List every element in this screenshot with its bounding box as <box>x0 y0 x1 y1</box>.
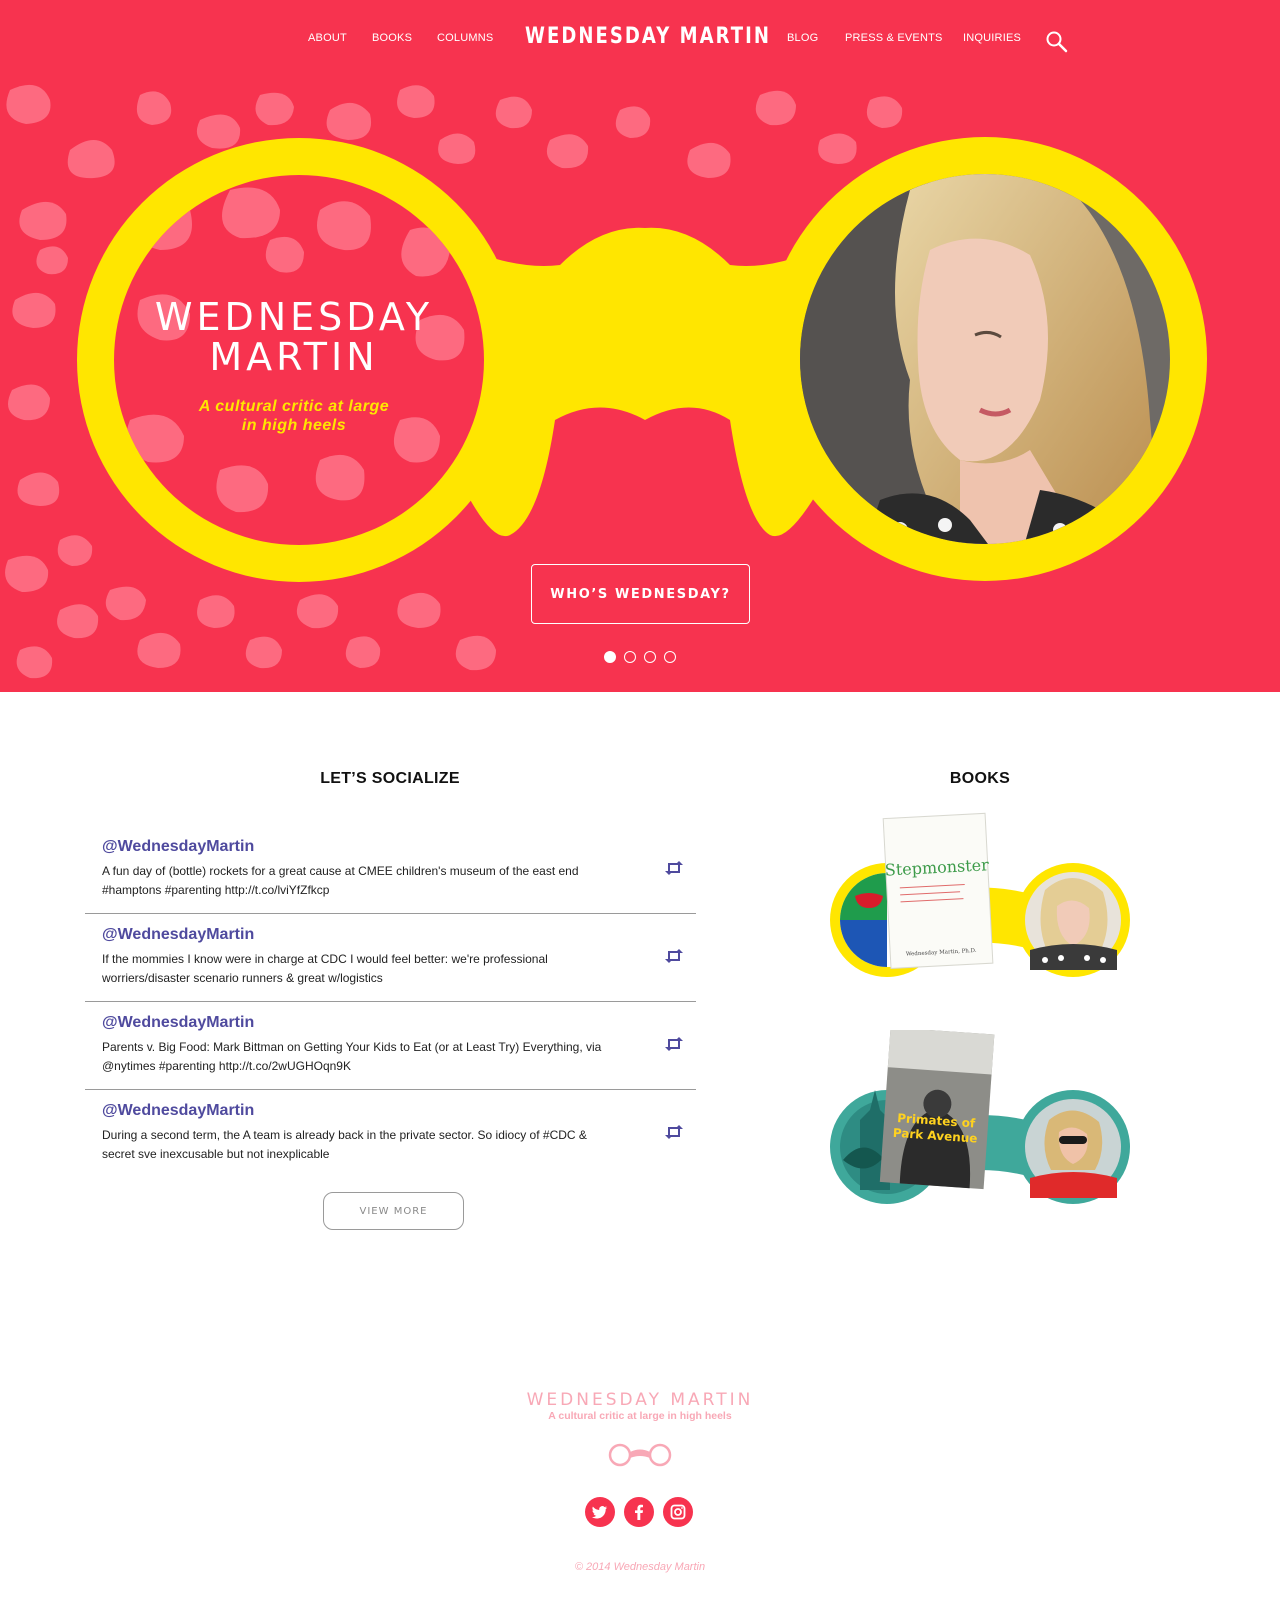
slider-dots <box>604 651 678 665</box>
tweet-item: @WednesdayMartin If the mommies I know w… <box>85 914 696 1002</box>
footer-tagline: A cultural critic at large in high heels <box>548 1410 732 1422</box>
tweet-item: @WednesdayMartin During a second term, t… <box>85 1090 696 1178</box>
site-logo[interactable]: WEDNESDAY MARTIN <box>525 24 769 49</box>
search-icon[interactable] <box>1045 30 1069 54</box>
nav-press-events[interactable]: PRESS & EVENTS <box>845 32 943 44</box>
nav-columns[interactable]: COLUMNS <box>437 32 493 44</box>
slide-dot-1[interactable] <box>604 651 616 663</box>
tweet-text: If the mommies I know were in charge at … <box>102 952 548 985</box>
nav-blog[interactable]: BLOG <box>787 32 818 44</box>
slide-dot-2[interactable] <box>624 651 636 663</box>
binoculars-icon <box>608 1443 672 1467</box>
book-primates-of-park-avenue[interactable]: Primates of Park Avenue <box>825 1030 1135 1215</box>
books-heading: BOOKS <box>949 770 1011 787</box>
copyright-text: © 2014 Wednesday Martin <box>574 1561 706 1573</box>
tweet-handle[interactable]: @WednesdayMartin <box>102 1014 254 1032</box>
nav-books[interactable]: BOOKS <box>372 32 412 44</box>
nav-inquiries[interactable]: INQUIRIES <box>963 32 1021 44</box>
retweet-icon[interactable] <box>664 1036 684 1052</box>
hero-tagline: A cultural critic at large in high heels <box>114 397 474 435</box>
hero-title: WEDNESDAY MARTIN <box>114 297 474 377</box>
instagram-icon[interactable] <box>663 1497 693 1527</box>
socialize-heading: LET’S SOCIALIZE <box>320 770 460 787</box>
whos-wednesday-button[interactable]: WHO’S WEDNESDAY? <box>531 564 750 624</box>
social-links <box>585 1497 695 1529</box>
tweet-handle[interactable]: @WednesdayMartin <box>102 1102 254 1120</box>
tweet-text: During a second term, the A team is alre… <box>102 1128 587 1161</box>
twitter-icon[interactable] <box>585 1497 615 1527</box>
facebook-icon[interactable] <box>624 1497 654 1527</box>
hero-title-line2: MARTIN <box>209 335 379 379</box>
tweet-text: Parents v. Big Food: Mark Bittman on Get… <box>102 1040 602 1073</box>
main-nav: ABOUT BOOKS COLUMNS WEDNESDAY MARTIN BLO… <box>0 0 1280 78</box>
hero-title-line1: WEDNESDAY <box>154 295 434 339</box>
hero-tagline-line2: in high heels <box>241 417 347 434</box>
slide-dot-3[interactable] <box>644 651 656 663</box>
nav-about[interactable]: ABOUT <box>308 32 347 44</box>
slide-dot-4[interactable] <box>664 651 676 663</box>
tweet-handle[interactable]: @WednesdayMartin <box>102 838 254 856</box>
retweet-icon[interactable] <box>664 860 684 876</box>
hero-tagline-line1: A cultural critic at large <box>198 398 390 415</box>
tweet-list: @WednesdayMartin A fun day of (bottle) r… <box>85 826 696 1178</box>
book-stepmonster[interactable]: Stepmonster Wednesday Martin, Ph.D. <box>825 810 1135 995</box>
tweet-item: @WednesdayMartin Parents v. Big Food: Ma… <box>85 1002 696 1090</box>
tweet-item: @WednesdayMartin A fun day of (bottle) r… <box>85 826 696 914</box>
view-more-button[interactable]: VIEW MORE <box>323 1192 464 1230</box>
retweet-icon[interactable] <box>664 1124 684 1140</box>
footer-brand: WEDNESDAY MARTIN <box>526 1390 754 1410</box>
tweet-text: A fun day of (bottle) rockets for a grea… <box>102 864 579 897</box>
tweet-handle[interactable]: @WednesdayMartin <box>102 926 254 944</box>
hero-banner: ABOUT BOOKS COLUMNS WEDNESDAY MARTIN BLO… <box>0 0 1280 692</box>
retweet-icon[interactable] <box>664 948 684 964</box>
